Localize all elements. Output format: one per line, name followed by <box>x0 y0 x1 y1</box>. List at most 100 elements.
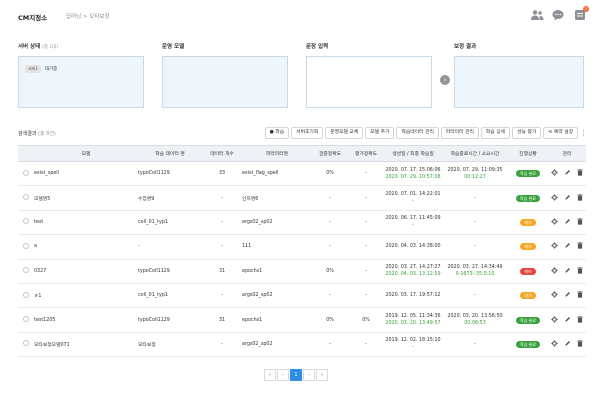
train-button[interactable]: ● 학습 <box>264 127 290 139</box>
row-select[interactable] <box>18 332 34 358</box>
radio-icon[interactable] <box>23 340 29 347</box>
cell-eval-acc: - <box>348 161 384 187</box>
cell-end-time: - <box>442 234 508 260</box>
row-select[interactable] <box>18 234 34 260</box>
row-select[interactable] <box>18 185 34 211</box>
prev-page-button[interactable]: ‹ <box>277 369 289 381</box>
table-row[interactable]: exist_spell typoColl1129 33 exist_flag_spel… <box>18 161 586 187</box>
edit-icon[interactable] <box>564 316 571 325</box>
radio-icon[interactable] <box>23 169 29 176</box>
header-data-name[interactable]: 학습 데이터 명 <box>138 145 202 162</box>
edit-icon[interactable] <box>564 340 571 349</box>
table-row[interactable]: test1205 typoColl1129 31 epochs1 0% 0% 2019. 1… <box>18 307 586 333</box>
header-created[interactable]: 생성일 / 최종 학습일 <box>384 145 442 162</box>
performance-button[interactable]: 성능 평가 <box>512 127 542 139</box>
cell-status: 대기 <box>508 210 548 236</box>
cell-eval-acc: - <box>348 210 384 236</box>
arrow-right-icon[interactable]: › <box>440 75 450 85</box>
header-end-time[interactable]: 학습종료시간 / 소요시간 <box>442 145 508 162</box>
edit-icon[interactable] <box>564 169 571 178</box>
sentence-input[interactable] <box>306 56 432 108</box>
table-row[interactable]: ㅎ1 coll_01_typ1- args02_sp02- -2020. 03. 17… <box>18 283 586 309</box>
settings-icon[interactable] <box>551 291 558 300</box>
header-param[interactable]: 파라미터명 <box>242 145 312 162</box>
cell-created: 2020. 07. 17. 15:06:06 2020. 07. 29. 10:5… <box>384 161 442 187</box>
table-row[interactable]: 모델명5 수집명9- 인자명6- -2020. 07. 01. 14:22:01- - 학… <box>18 185 586 211</box>
header-data-count[interactable]: 데이터 개수 <box>202 145 242 162</box>
cell-end-time: - <box>442 210 508 236</box>
settings-icon[interactable] <box>551 169 558 178</box>
settings-icon[interactable] <box>551 218 558 227</box>
row-select[interactable] <box>18 307 34 333</box>
delete-icon[interactable] <box>577 169 583 178</box>
first-page-button[interactable]: « <box>264 369 276 381</box>
radio-icon[interactable] <box>23 267 29 274</box>
edit-icon[interactable] <box>564 291 571 300</box>
row-select[interactable] <box>18 259 34 284</box>
pagination: « ‹ 1 › » <box>264 369 328 381</box>
delete-icon[interactable] <box>577 291 583 300</box>
cell-manage <box>548 259 586 284</box>
radio-icon[interactable] <box>23 316 29 323</box>
edit-icon[interactable] <box>564 194 571 203</box>
radio-icon[interactable] <box>23 242 29 249</box>
settings-icon[interactable] <box>551 193 558 203</box>
more-icon[interactable]: ⋮ <box>580 128 587 138</box>
end-time: 2020. 03. 27. 14:34:49 <box>447 265 503 271</box>
delete-icon[interactable] <box>577 217 583 227</box>
settings-icon[interactable] <box>551 340 558 349</box>
server-reset-button[interactable]: 서버초기화 <box>291 127 324 139</box>
header-status[interactable]: 진행상황 <box>508 145 548 162</box>
cell-data-count: 33 <box>202 161 242 187</box>
table-row[interactable]: 0327 typoColl1129 31 epochs1 0% -2020. 03. 27… <box>18 259 586 284</box>
page-button[interactable]: 1 <box>290 369 302 381</box>
row-select[interactable] <box>18 161 34 187</box>
cell-manage <box>548 234 586 260</box>
edit-icon[interactable] <box>564 218 571 227</box>
delete-icon[interactable] <box>577 339 583 349</box>
schedule-button[interactable]: ⟲ 예약 설정 <box>543 127 578 139</box>
server-chip[interactable]: 서버1 대기중 <box>25 65 57 73</box>
radio-icon[interactable] <box>23 194 29 201</box>
delete-icon[interactable] <box>577 266 583 276</box>
cell-data-name: - <box>138 234 202 260</box>
delete-icon[interactable] <box>577 315 583 325</box>
cell-eval-acc: - <box>348 332 384 358</box>
last-page-button[interactable]: » <box>316 369 328 381</box>
header-model[interactable]: 모델 <box>34 145 138 162</box>
table-row[interactable]: 오타보정모델071 오타보정 - args02_sp02- -2019. 12. 02.… <box>18 332 586 358</box>
end-time: 2020. 03. 20. 13:56:50 <box>447 314 503 320</box>
cell-data-count: 31 <box>202 307 242 333</box>
radio-icon[interactable] <box>23 218 29 225</box>
edit-icon[interactable] <box>564 242 571 251</box>
trained-date: - <box>412 199 414 205</box>
cell-status: 학습 완료 <box>508 307 548 333</box>
next-page-button[interactable]: › <box>303 369 315 381</box>
chat-icon[interactable] <box>552 9 564 21</box>
table-row[interactable]: test coll_01_typ1- args02_sp02- -2020. 06. … <box>18 210 586 236</box>
row-select[interactable] <box>18 283 34 309</box>
brand-logo[interactable]: CM지정소 <box>18 12 47 22</box>
settings-icon[interactable] <box>551 315 558 325</box>
cell-model: 0327 <box>34 259 138 284</box>
parameter-button[interactable]: 파라미터 관리 <box>440 127 479 139</box>
radio-icon[interactable] <box>23 291 29 298</box>
delete-icon[interactable] <box>577 193 583 203</box>
server-status-title: 서버 상태 (총 1대) <box>18 44 59 50</box>
cell-param: 111 <box>242 234 312 260</box>
row-select[interactable] <box>18 210 34 236</box>
train-detail-button[interactable]: 학습 상세 <box>480 127 511 139</box>
add-model-button[interactable]: 모델 추가 <box>365 127 395 139</box>
delete-icon[interactable] <box>577 242 583 251</box>
edit-icon[interactable] <box>564 267 571 276</box>
table-row[interactable]: a - -111- -2020. 04. 03. 14:38:00- 대기 <box>18 234 586 260</box>
training-data-button[interactable]: 학습데이터 관리 <box>396 127 439 139</box>
settings-icon[interactable] <box>551 242 558 251</box>
header-eval-acc[interactable]: 평가정확도 <box>348 145 384 162</box>
user-group-icon[interactable] <box>530 9 544 21</box>
settings-icon[interactable] <box>551 267 558 276</box>
notification-icon[interactable]: 2 <box>574 6 589 21</box>
header-val-acc[interactable]: 검증정확도 <box>312 145 348 162</box>
model-panel-box[interactable] <box>162 56 288 108</box>
replace-model-button[interactable]: 운영모델 교체 <box>325 127 364 139</box>
